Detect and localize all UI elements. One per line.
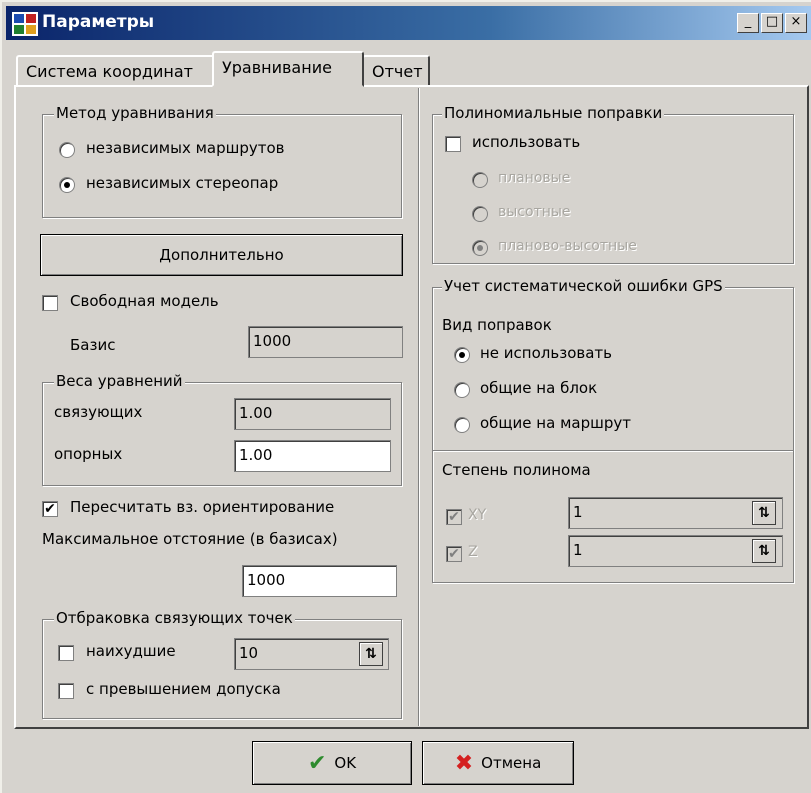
connecting-weight-field: 1.00 <box>234 398 391 430</box>
cancel-button[interactable]: ✖ Отмена <box>422 741 574 785</box>
window-title: Параметры <box>42 12 155 32</box>
polynomial-degree-label: Степень полинома <box>442 461 591 479</box>
xy-label[interactable]: XY <box>468 507 486 523</box>
cancel-button-label: Отмена <box>481 754 542 772</box>
radio-gps-block-label[interactable]: общие на блок <box>480 379 597 397</box>
tab-coordinate-system[interactable]: Система координат <box>16 55 216 87</box>
tolerance-exceeded-label[interactable]: с превышением допуска <box>86 680 281 698</box>
ok-button-label: OK <box>334 754 357 772</box>
basis-field: 1000 <box>248 326 403 358</box>
worst-points-spin-icon[interactable]: ⇅ <box>359 642 383 666</box>
z-degree-field[interactable]: 1 <box>568 535 783 567</box>
radio-planar-height[interactable] <box>472 240 488 256</box>
xy-degree-value: 1 <box>573 503 583 521</box>
xy-checkbox[interactable]: ✔ <box>446 509 462 525</box>
cross-icon: ✖ <box>454 750 474 776</box>
max-distance-label: Максимальное отстояние (в базисах) <box>42 530 338 548</box>
polynomial-corrections-legend: Полиномиальные поправки <box>442 104 665 122</box>
radio-independent-routes[interactable] <box>59 142 75 158</box>
radio-dot <box>459 352 465 358</box>
control-weight-input[interactable]: 1.00 <box>234 440 391 472</box>
app-icon <box>12 12 38 36</box>
max-distance-input[interactable]: 1000 <box>242 565 397 597</box>
radio-independent-routes-label[interactable]: независимых маршрутов <box>86 139 285 157</box>
additional-button-label: Дополнительно <box>159 246 284 264</box>
parameters-dialog: Параметры _ □ × Система координат Уравни… <box>0 0 811 793</box>
radio-planar-height-label[interactable]: планово-высотные <box>498 238 637 254</box>
radio-planar-label[interactable]: плановые <box>498 170 570 186</box>
tab-report[interactable]: Отчет <box>362 55 430 87</box>
equation-weights-legend: Веса уравнений <box>54 372 185 390</box>
radio-dot <box>477 245 483 251</box>
tolerance-exceeded-checkbox[interactable] <box>58 683 74 699</box>
z-label[interactable]: Z <box>468 544 478 560</box>
gps-error-legend: Учет систематической ошибки GPS <box>442 277 725 295</box>
radio-gps-route[interactable] <box>454 417 470 433</box>
z-checkbox[interactable]: ✔ <box>446 546 462 562</box>
radio-gps-block[interactable] <box>454 382 470 398</box>
ok-button[interactable]: ✔ OK <box>252 741 412 785</box>
recalc-orientation-label[interactable]: Пересчитать вз. ориентирование <box>70 498 334 516</box>
adjustment-method-legend: Метод уравнивания <box>54 104 216 122</box>
close-button[interactable]: × <box>785 13 807 33</box>
gps-divider <box>433 450 793 452</box>
worst-points-value: 10 <box>239 644 259 662</box>
free-model-label[interactable]: Свободная модель <box>70 292 219 310</box>
title-bar[interactable]: Параметры _ □ × <box>6 6 811 40</box>
tie-point-rejection-legend: Отбраковка связующих точек <box>54 609 295 627</box>
z-spin-icon[interactable]: ⇅ <box>752 539 776 563</box>
check-icon: ✔ <box>307 750 327 776</box>
minimize-button[interactable]: _ <box>737 13 759 33</box>
use-polynomial-checkbox[interactable] <box>445 136 461 152</box>
free-model-checkbox[interactable] <box>42 295 58 311</box>
adjustment-method-group <box>42 114 402 218</box>
radio-height-label[interactable]: высотные <box>498 204 571 220</box>
use-polynomial-label[interactable]: использовать <box>472 133 580 151</box>
column-divider <box>418 88 420 726</box>
additional-button[interactable]: Дополнительно <box>40 234 403 276</box>
recalc-orientation-checkbox[interactable]: ✔ <box>42 501 58 517</box>
worst-points-checkbox[interactable] <box>58 645 74 661</box>
radio-dot <box>64 182 70 188</box>
radio-gps-route-label[interactable]: общие на маршрут <box>480 414 631 432</box>
radio-planar[interactable] <box>472 172 488 188</box>
radio-no-gps[interactable] <box>454 347 470 363</box>
radio-height[interactable] <box>472 206 488 222</box>
xy-spin-icon[interactable]: ⇅ <box>752 501 776 525</box>
basis-label: Базис <box>70 336 116 354</box>
xy-degree-field[interactable]: 1 <box>568 497 783 529</box>
radio-independent-stereopairs-label[interactable]: независимых стереопар <box>86 174 278 192</box>
connecting-label: связующих <box>54 403 143 421</box>
radio-independent-stereopairs[interactable] <box>59 177 75 193</box>
radio-no-gps-label[interactable]: не использовать <box>480 344 612 362</box>
tab-adjustment[interactable]: Уравнивание <box>212 51 364 87</box>
correction-kind-label: Вид поправок <box>442 316 552 334</box>
worst-points-label[interactable]: наихудшие <box>86 642 176 660</box>
z-degree-value: 1 <box>573 541 583 559</box>
control-label: опорных <box>54 445 123 463</box>
maximize-button[interactable]: □ <box>761 13 783 33</box>
